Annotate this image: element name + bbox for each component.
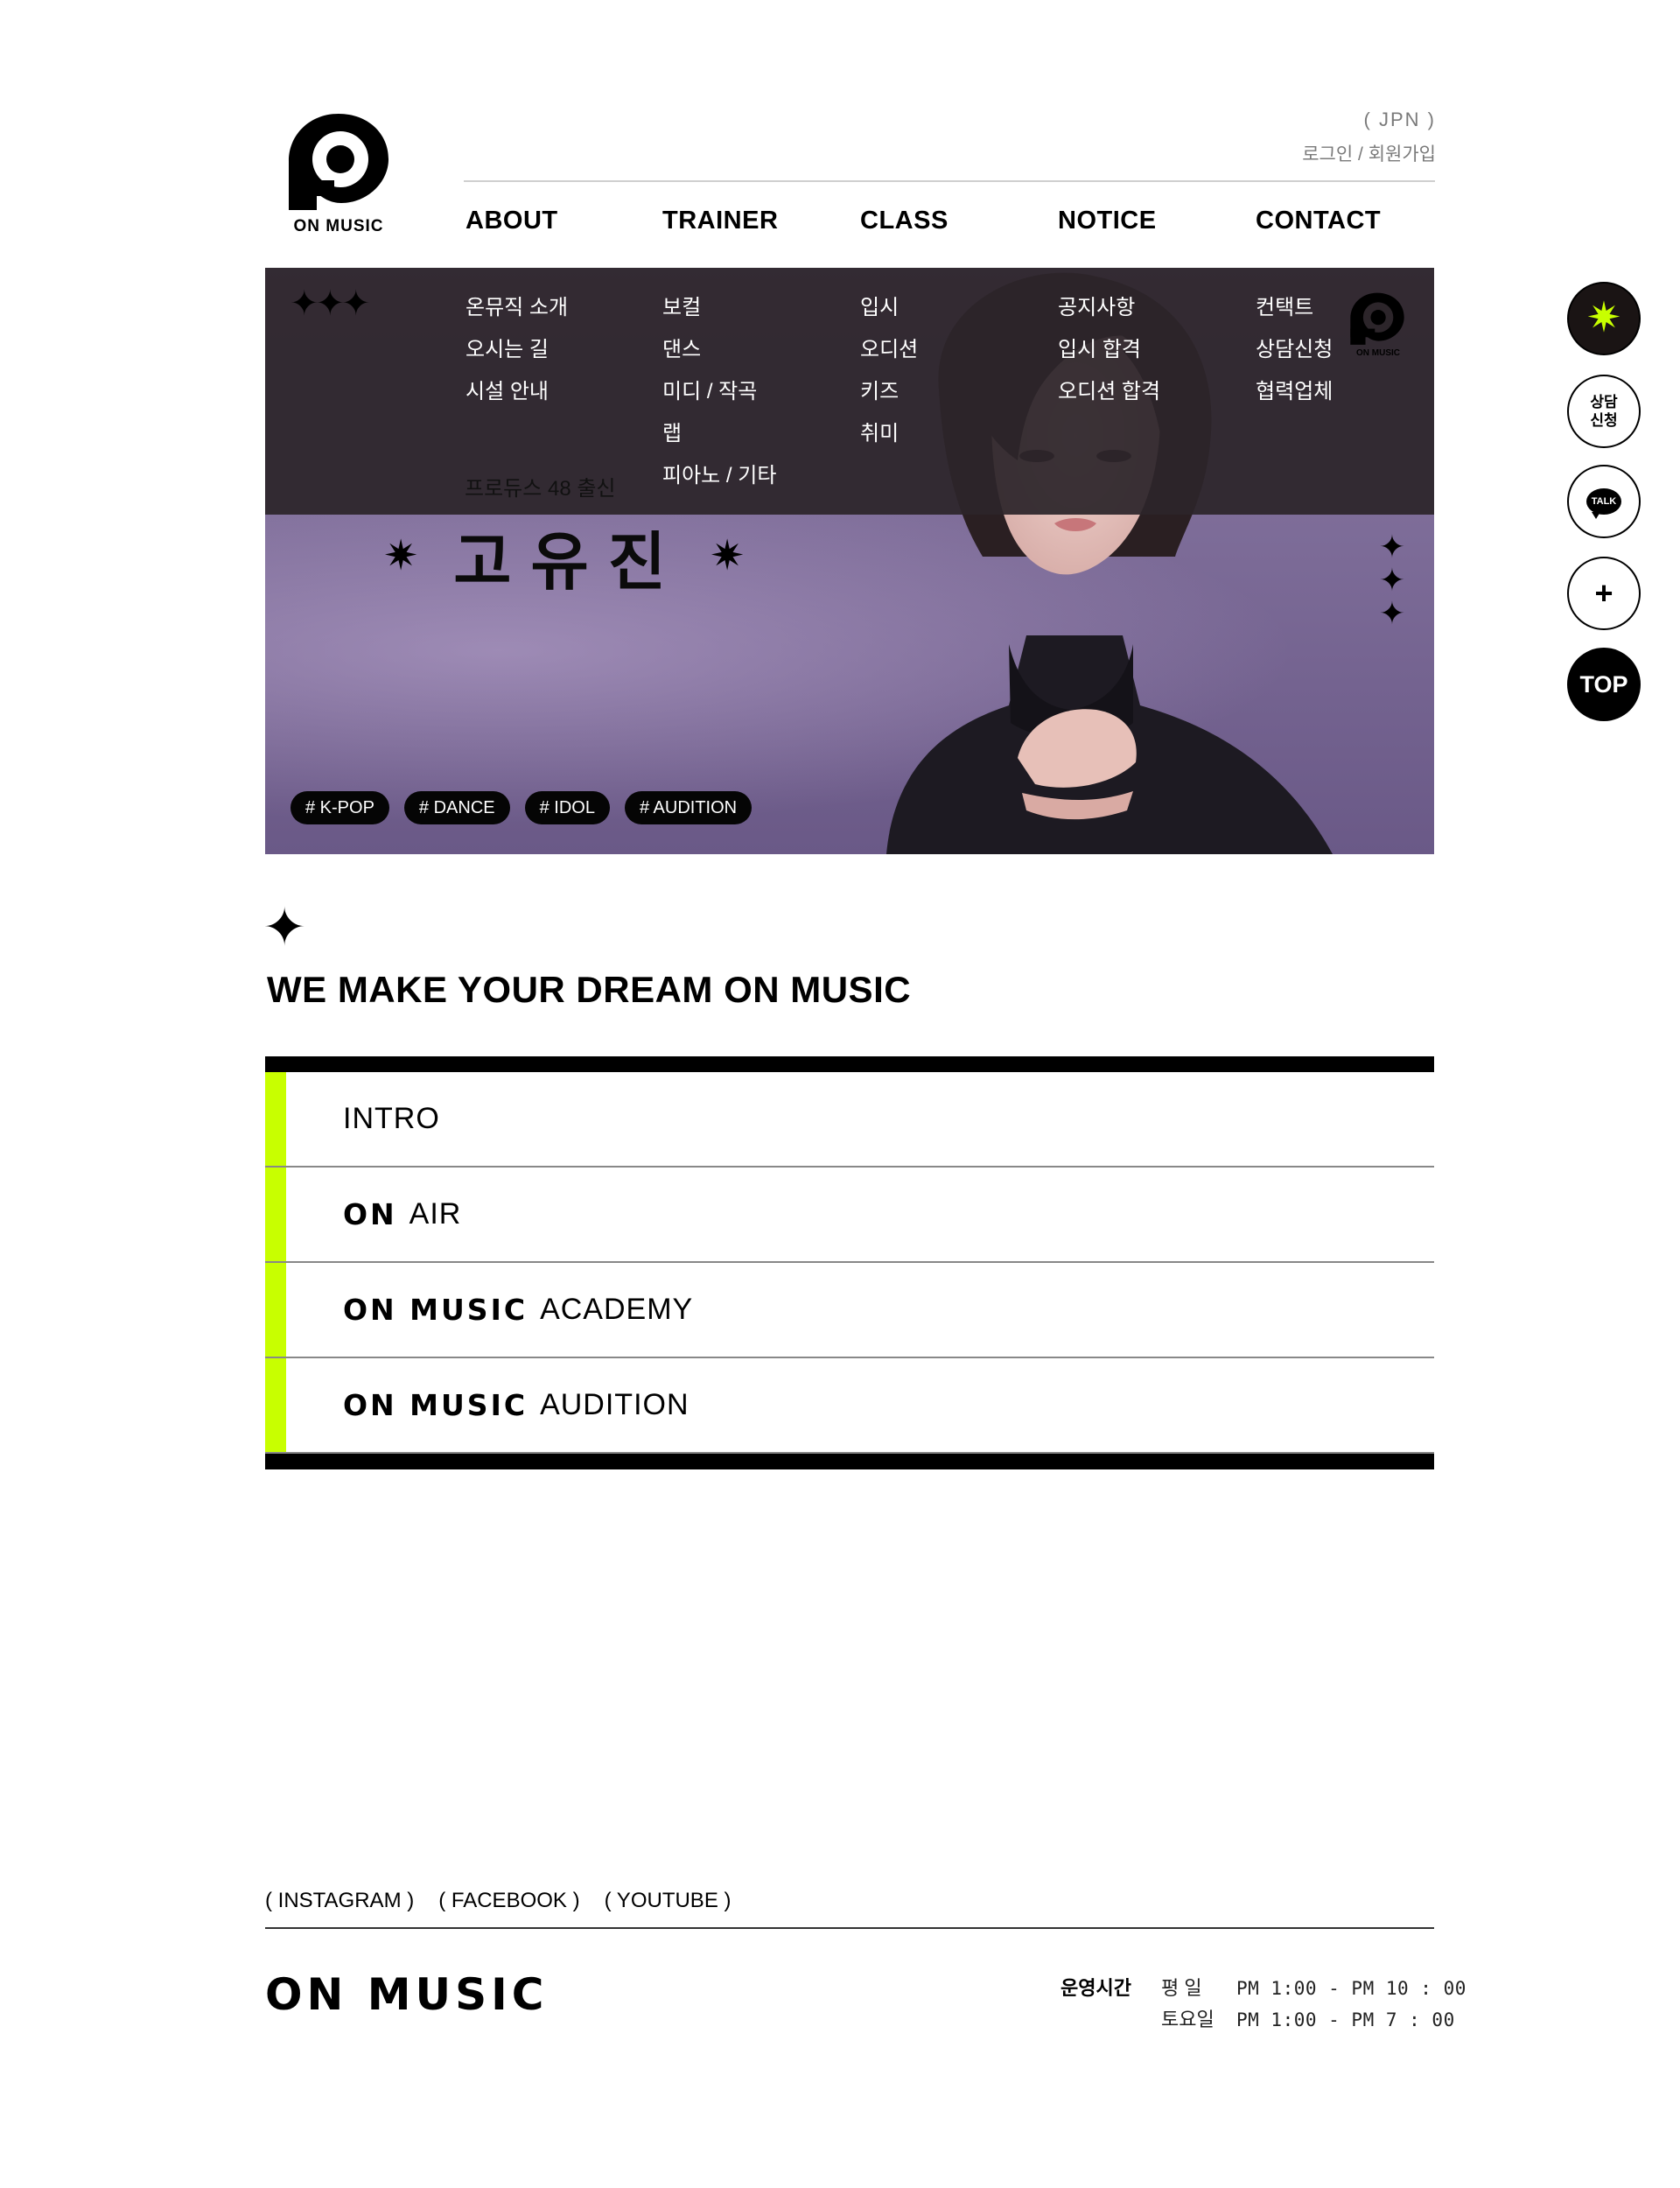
menu-col-about: 온뮤직 소개 오시는 길 시설 안내 (466, 287, 568, 413)
section-list: INTRO ON AIR ON MUSIC ACADEMY ON MUSIC AUDI… (265, 1056, 1434, 1469)
kakao-talk-icon: TALK (1586, 488, 1621, 519)
logo-wordmark: ON MUSIC (293, 217, 384, 235)
facebook-link[interactable]: ( FACEBOOK ) (438, 1889, 579, 1913)
list-bottom-bar (265, 1454, 1434, 1469)
menu-item[interactable]: 상담신청 (1256, 329, 1333, 371)
hero-tags: # K-POP # DANCE # IDOL # AUDITION (290, 791, 752, 824)
sparkle-icon: ✷ (1586, 295, 1622, 341)
hours-day: 평 일 (1161, 1977, 1202, 1999)
menu-item[interactable]: 시설 안내 (466, 371, 568, 413)
menu-item[interactable]: 취미 (860, 413, 918, 455)
footer-divider (265, 1927, 1434, 1929)
instagram-link[interactable]: ( INSTAGRAM ) (265, 1889, 414, 1913)
header-divider (464, 180, 1435, 182)
hero-banner: ✦✦✦ 온뮤직 소개 오시는 길 시설 안내 보컬 댄스 미디 / 작곡 랩 피… (265, 268, 1434, 854)
menu-item[interactable]: 컨택트 (1256, 287, 1333, 329)
auth-links: 로그인 / 회원가입 (1302, 140, 1436, 166)
menu-item[interactable]: 키즈 (860, 371, 918, 413)
social-links: ( INSTAGRAM ) ( FACEBOOK ) ( YOUTUBE ) (265, 1889, 731, 1913)
menu-col-class: 입시 오디션 키즈 취미 (860, 287, 918, 455)
three-stars-icon: ✦✦✦ (290, 284, 371, 323)
mini-logo-wordmark: ON MUSIC (1356, 348, 1400, 358)
menu-item[interactable]: 입시 (860, 287, 918, 329)
menu-item[interactable]: 미디 / 작곡 (662, 371, 776, 413)
nav-about[interactable]: ABOUT (466, 207, 558, 235)
menu-item[interactable]: 입시 합격 (1058, 329, 1160, 371)
list-item-label: AUDITION (540, 1388, 690, 1421)
sparkle-button[interactable]: ✷ (1567, 282, 1641, 355)
list-item-intro[interactable]: INTRO (265, 1072, 1434, 1168)
menu-item[interactable]: 협력업체 (1256, 371, 1333, 413)
tag-idol[interactable]: # IDOL (524, 791, 610, 824)
mega-menu: ✦✦✦ 온뮤직 소개 오시는 길 시설 안내 보컬 댄스 미디 / 작곡 랩 피… (265, 268, 1434, 515)
nav-class[interactable]: CLASS (860, 207, 948, 235)
sparkle-icon: ✦ (262, 898, 307, 957)
star-icon: ✷ (383, 533, 419, 579)
hours-time: PM 1:00 - PM 10 : 00 (1236, 1978, 1466, 1999)
list-item-label: INTRO (343, 1102, 440, 1135)
list-item-label: AIR (409, 1197, 462, 1231)
hours-row-weekday: 평 일 PM 1:00 - PM 10 : 00 (1161, 1973, 1466, 2001)
consult-label-line1: 상담 (1590, 394, 1618, 410)
signup-link[interactable]: 회원가입 (1368, 144, 1436, 165)
tag-audition[interactable]: # AUDITION (624, 791, 752, 824)
menu-item[interactable]: 피아노 / 기타 (662, 455, 776, 497)
main-nav: ABOUT TRAINER CLASS NOTICE CONTACT (464, 207, 1435, 242)
consult-button[interactable]: 상담 신청 (1567, 375, 1641, 448)
star-icon: ✷ (709, 533, 746, 579)
hours-row-saturday: 토요일 PM 1:00 - PM 7 : 00 (1161, 2004, 1455, 2032)
list-item-strong: ON (343, 1197, 397, 1231)
menu-col-contact: 컨택트 상담신청 협력업체 (1256, 287, 1333, 413)
list-top-bar (265, 1056, 1434, 1072)
menu-item[interactable]: 댄스 (662, 329, 776, 371)
list-item-on-air[interactable]: ON AIR (265, 1168, 1434, 1263)
menu-col-trainer: 보컬 댄스 미디 / 작곡 랩 피아노 / 기타 (662, 287, 776, 497)
tag-kpop[interactable]: # K-POP (290, 791, 389, 824)
top-label: TOP (1579, 670, 1628, 698)
hours-title: 운영시간 (1060, 1977, 1131, 1999)
menu-item[interactable]: 오시는 길 (466, 329, 568, 371)
hero-name: 고유진 (453, 524, 685, 599)
list-item-audition[interactable]: ON MUSIC AUDITION (265, 1358, 1434, 1454)
menu-item[interactable]: 온뮤직 소개 (466, 287, 568, 329)
menu-item[interactable]: 오디션 (860, 329, 918, 371)
nav-notice[interactable]: NOTICE (1058, 207, 1157, 235)
vertical-stars-icon: ✦ ✦ ✦ (1378, 529, 1406, 631)
language-switch[interactable]: ( JPN ) (1364, 109, 1436, 131)
hero-subtitle: 프로듀스 48 출신 (465, 477, 616, 501)
menu-item[interactable]: 오디션 합격 (1058, 371, 1160, 413)
hours-day: 토요일 (1161, 2009, 1214, 2030)
tag-dance[interactable]: # DANCE (403, 791, 510, 824)
menu-item[interactable]: 랩 (662, 413, 776, 455)
plus-icon: + (1594, 575, 1614, 611)
list-item-academy[interactable]: ON MUSIC ACADEMY (265, 1263, 1434, 1358)
list-item-label: ACADEMY (540, 1293, 694, 1326)
site-logo[interactable]: ON MUSIC (282, 107, 396, 238)
menu-item[interactable]: 공지사항 (1058, 287, 1160, 329)
consult-label-line2: 신청 (1590, 412, 1618, 429)
scroll-top-button[interactable]: TOP (1567, 648, 1641, 721)
nav-trainer[interactable]: TRAINER (662, 207, 778, 235)
hours-time: PM 1:00 - PM 7 : 00 (1236, 2009, 1455, 2030)
menu-col-notice: 공지사항 입시 합격 오디션 합격 (1058, 287, 1160, 413)
login-link[interactable]: 로그인 (1302, 144, 1353, 165)
plus-button[interactable]: + (1567, 557, 1641, 630)
youtube-link[interactable]: ( YOUTUBE ) (605, 1889, 732, 1913)
list-item-strong: ON MUSIC (343, 1293, 528, 1327)
footer-logo: ON MUSIC (265, 1969, 549, 2020)
on-music-logo-icon (1350, 292, 1404, 345)
menu-item[interactable]: 보컬 (662, 287, 776, 329)
slogan-heading: WE MAKE YOUR DREAM ON MUSIC (267, 969, 912, 1010)
mini-logo: ON MUSIC (1347, 289, 1417, 368)
nav-contact[interactable]: CONTACT (1256, 207, 1381, 235)
kakao-talk-button[interactable]: TALK (1567, 465, 1641, 538)
on-music-logo-icon (289, 114, 388, 210)
auth-separator: / (1353, 144, 1368, 165)
hero-name-row: ✷ 고유진 ✷ (383, 516, 746, 599)
list-item-strong: ON MUSIC (343, 1388, 528, 1422)
